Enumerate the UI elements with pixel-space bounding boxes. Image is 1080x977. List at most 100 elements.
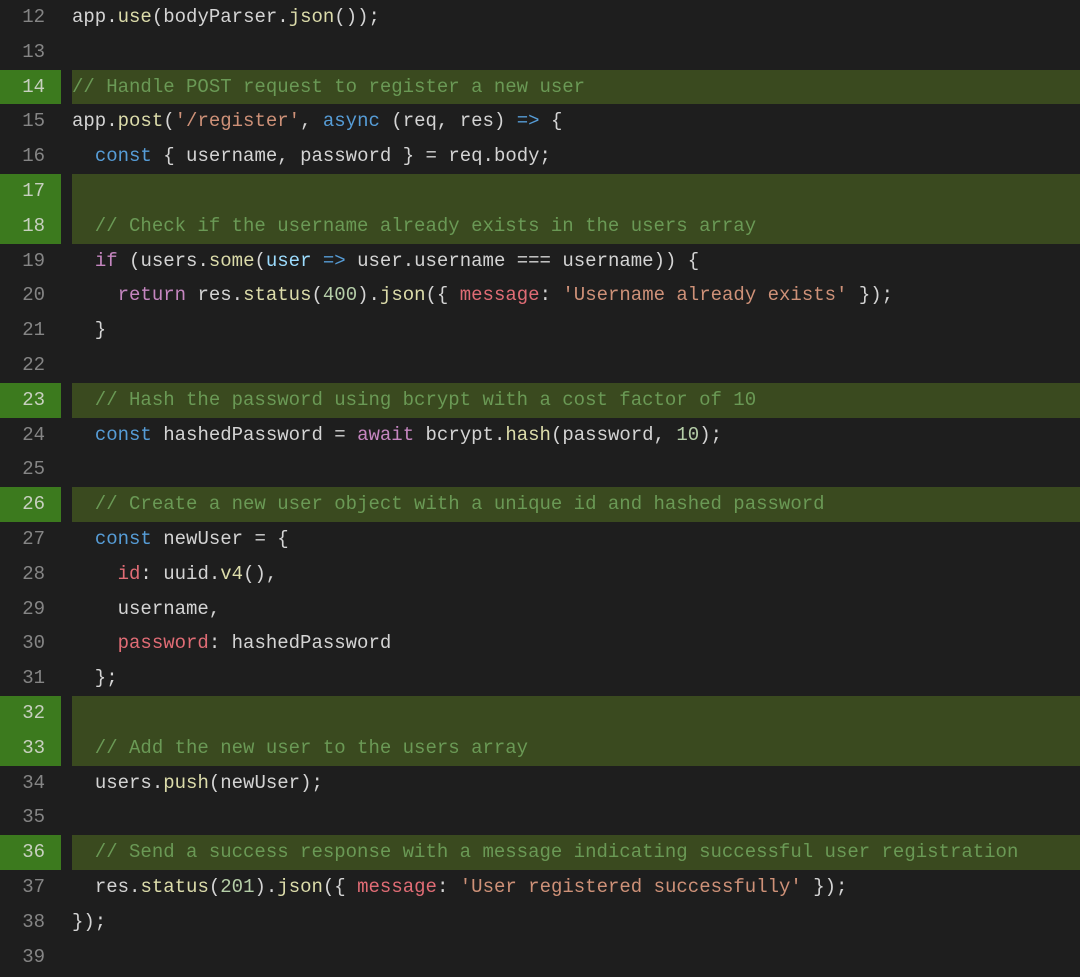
code-area[interactable]: app.use(bodyParser.json());// Handle POS… [62,0,1080,977]
code-line[interactable] [72,348,1080,383]
code-line[interactable]: // Handle POST request to register a new… [72,70,1080,105]
code-line[interactable]: res.status(201).json({ message: 'User re… [72,870,1080,905]
line-number: 17 [0,174,61,209]
line-number: 15 [0,104,61,139]
code-line[interactable]: app.use(bodyParser.json()); [72,0,1080,35]
code-token: 400 [323,284,357,306]
code-token [72,424,95,446]
code-token: bcrypt [426,424,494,446]
code-token [186,284,197,306]
code-line[interactable]: id: uuid.v4(), [72,557,1080,592]
code-token [311,250,322,272]
code-token: use [118,6,152,28]
code-token: , [277,145,300,167]
code-line[interactable]: }); [72,905,1080,940]
code-line[interactable]: // Send a success response with a messag… [72,835,1080,870]
code-token: 'Username already exists' [562,284,847,306]
code-token: v4 [220,563,243,585]
code-token [72,876,95,898]
code-line[interactable] [72,696,1080,731]
code-line[interactable]: }; [72,661,1080,696]
code-line[interactable] [72,174,1080,209]
code-line[interactable]: if (users.some(user => user.username ===… [72,244,1080,279]
code-token: ({ [426,284,460,306]
code-line[interactable] [72,940,1080,975]
code-token: = [323,424,357,446]
code-token: => [323,250,346,272]
code-token: req [403,110,437,132]
code-line[interactable]: const newUser = { [72,522,1080,557]
code-token: )) { [654,250,700,272]
code-token [72,284,118,306]
code-token: }); [72,911,106,933]
code-line[interactable]: const hashedPassword = await bcrypt.hash… [72,418,1080,453]
code-token: hashedPassword [163,424,323,446]
line-number: 27 [0,522,61,557]
line-number: 23 [0,383,61,418]
line-number: 24 [0,418,61,453]
code-token: bodyParser [163,6,277,28]
code-token: app [72,110,106,132]
code-line[interactable]: } [72,313,1080,348]
code-line[interactable] [72,35,1080,70]
code-token: username [118,598,209,620]
line-number: 28 [0,557,61,592]
code-token: body [494,145,540,167]
line-number: 39 [0,940,61,975]
code-token: : [140,563,163,585]
line-number: 37 [0,870,61,905]
code-token: newUser [163,528,243,550]
code-token: }; [72,667,118,689]
code-token: res [95,876,129,898]
code-token: }); [802,876,848,898]
code-line[interactable]: app.post('/register', async (req, res) =… [72,104,1080,139]
line-number: 34 [0,766,61,801]
code-token: some [209,250,255,272]
code-token: id [118,563,141,585]
code-token [152,424,163,446]
code-token: ). [254,876,277,898]
code-token: user [266,250,312,272]
code-token: message [357,876,437,898]
code-token: push [163,772,209,794]
code-token: res [197,284,231,306]
code-token [72,598,118,620]
code-token: , [654,424,677,446]
line-number: 33 [0,731,61,766]
code-token: (), [243,563,277,585]
code-line[interactable]: const { username, password } = req.body; [72,139,1080,174]
code-token: '/register' [175,110,300,132]
code-line[interactable]: return res.status(400).json({ message: '… [72,278,1080,313]
line-number: 36 [0,835,61,870]
code-line[interactable]: // Hash the password using bcrypt with a… [72,383,1080,418]
code-line[interactable]: password: hashedPassword [72,626,1080,661]
code-token: ( [551,424,562,446]
code-token: ({ [323,876,357,898]
code-token: . [106,110,117,132]
code-line[interactable]: username, [72,592,1080,627]
code-token: ); [300,772,323,794]
code-token: . [483,145,494,167]
line-number: 14 [0,70,61,105]
code-token: === [505,250,562,272]
code-token: // Create a new user object with a uniqu… [72,493,825,515]
code-token: ; [540,145,551,167]
code-token: ( [163,110,174,132]
code-token: . [129,876,140,898]
code-token: // Check if the username already exists … [72,215,756,237]
code-line[interactable]: users.push(newUser); [72,766,1080,801]
code-token: // Hash the password using bcrypt with a… [72,389,756,411]
code-token [72,632,118,654]
code-line[interactable] [72,452,1080,487]
code-token: { [152,145,186,167]
code-token: . [494,424,505,446]
code-token: . [277,6,288,28]
code-line[interactable] [72,800,1080,835]
code-editor[interactable]: 1213141516171819202122232425262728293031… [0,0,1080,977]
code-line[interactable]: // Check if the username already exists … [72,209,1080,244]
code-line[interactable]: // Create a new user object with a uniqu… [72,487,1080,522]
code-token: async [323,110,380,132]
code-token: ()); [334,6,380,28]
code-line[interactable]: // Add the new user to the users array [72,731,1080,766]
line-number: 13 [0,35,61,70]
